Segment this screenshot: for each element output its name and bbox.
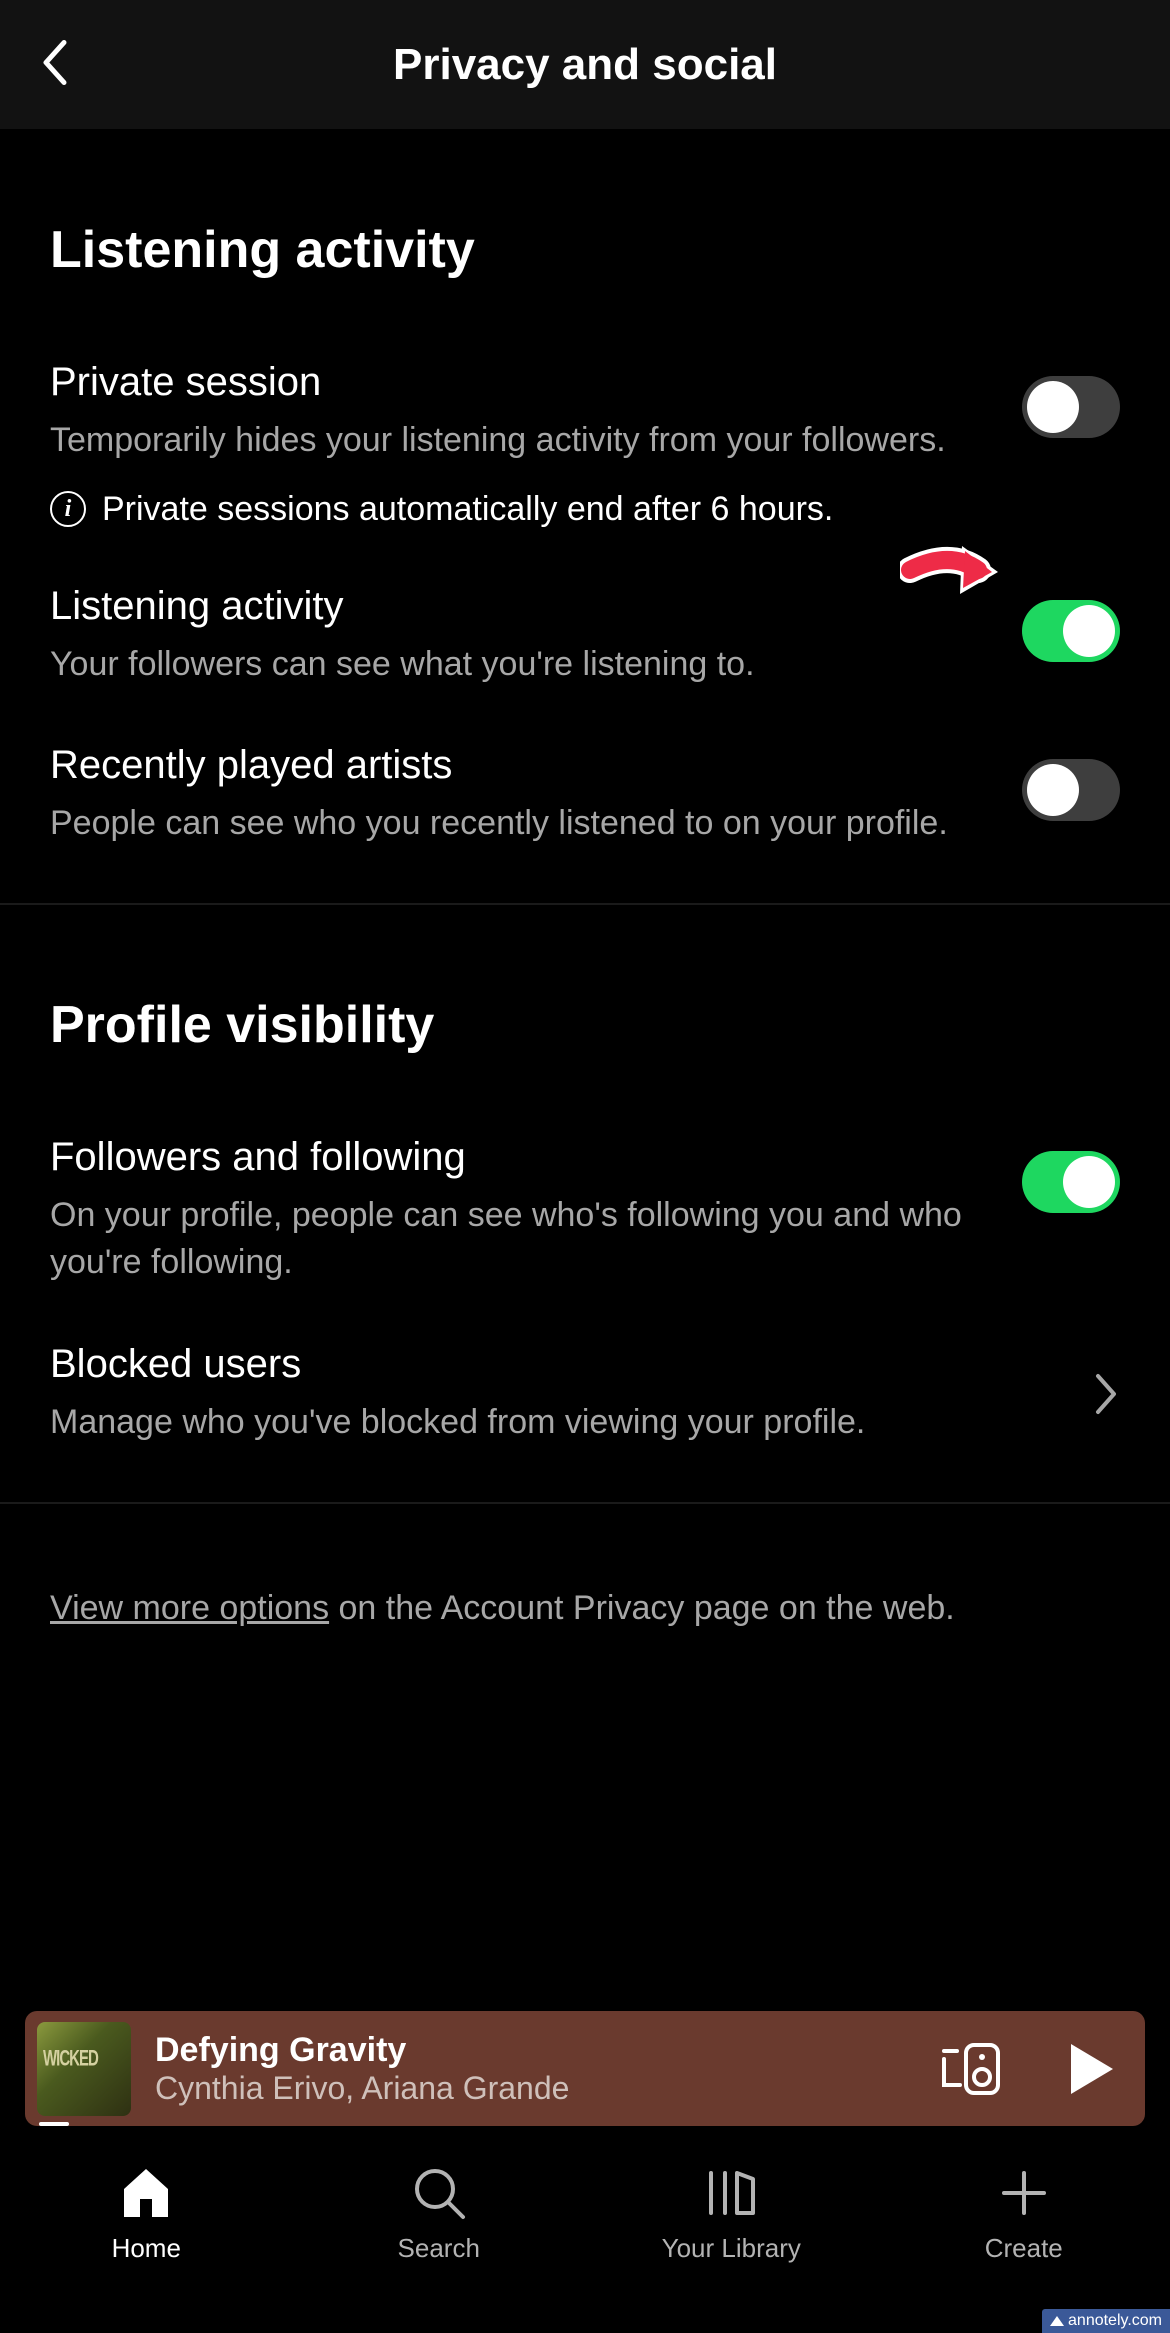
chevron-right-icon	[1094, 1372, 1120, 1416]
page-title: Privacy and social	[393, 40, 777, 90]
tab-search[interactable]: Search	[339, 2165, 539, 2264]
toggle-private-session[interactable]	[1022, 376, 1120, 438]
setting-followers-following: Followers and following On your profile,…	[50, 1135, 1120, 1287]
setting-text: Listening activity Your followers can se…	[50, 584, 992, 689]
plus-icon	[996, 2165, 1052, 2221]
setting-desc: Manage who you've blocked from viewing y…	[50, 1399, 1064, 1447]
home-icon	[118, 2165, 174, 2221]
watermark: annotely.com	[1042, 2309, 1170, 2333]
watermark-icon	[1050, 2316, 1064, 2326]
toggle-recently-played[interactable]	[1022, 759, 1120, 821]
setting-blocked-users[interactable]: Blocked users Manage who you've blocked …	[50, 1342, 1120, 1447]
view-more-options-link[interactable]: View more options	[50, 1589, 329, 1627]
setting-label: Recently played artists	[50, 743, 992, 788]
track-info: Defying Gravity Cynthia Erivo, Ariana Gr…	[155, 2031, 915, 2107]
more-options-rest: on the Account Privacy page on the web.	[329, 1589, 955, 1627]
tab-home[interactable]: Home	[46, 2165, 246, 2264]
track-title: Defying Gravity	[155, 2031, 915, 2070]
watermark-text: annotely.com	[1068, 2312, 1162, 2330]
toggle-listening-activity[interactable]	[1022, 600, 1120, 662]
setting-desc: People can see who you recently listened…	[50, 800, 992, 848]
setting-recently-played: Recently played artists People can see w…	[50, 743, 1120, 848]
toggle-followers-following[interactable]	[1022, 1151, 1120, 1213]
tab-create[interactable]: Create	[924, 2165, 1124, 2264]
setting-label: Blocked users	[50, 1342, 1064, 1387]
album-art	[37, 2022, 131, 2116]
setting-text: Private session Temporarily hides your l…	[50, 360, 992, 465]
library-icon	[703, 2165, 759, 2221]
info-text: Private sessions automatically end after…	[102, 490, 833, 529]
setting-desc: Temporarily hides your listening activit…	[50, 417, 992, 465]
back-button[interactable]	[40, 38, 68, 91]
info-line: i Private sessions automatically end aft…	[50, 490, 1120, 529]
progress-bar[interactable]	[39, 2122, 69, 2126]
header: Privacy and social	[0, 0, 1170, 130]
tab-label: Search	[398, 2233, 480, 2264]
setting-text: Followers and following On your profile,…	[50, 1135, 992, 1287]
content: Listening activity Private session Tempo…	[0, 220, 1170, 1628]
setting-label: Followers and following	[50, 1135, 992, 1180]
toggle-knob	[1063, 605, 1115, 657]
toggle-knob	[1063, 1156, 1115, 1208]
toggle-knob	[1027, 381, 1079, 433]
info-icon: i	[50, 491, 86, 527]
setting-listening-activity: Listening activity Your followers can se…	[50, 584, 1120, 689]
setting-label: Listening activity	[50, 584, 992, 629]
chevron-left-icon	[40, 38, 68, 86]
tab-label: Your Library	[662, 2233, 801, 2264]
setting-desc: Your followers can see what you're liste…	[50, 641, 992, 689]
toggle-knob	[1027, 764, 1079, 816]
section-title-listening: Listening activity	[50, 220, 1120, 280]
annotation-arrow-icon	[900, 532, 1010, 612]
setting-label: Private session	[50, 360, 992, 405]
track-artist: Cynthia Erivo, Ariana Grande	[155, 2070, 915, 2107]
section-title-profile: Profile visibility	[50, 995, 1120, 1055]
connect-device-icon[interactable]	[939, 2041, 1003, 2097]
tab-library[interactable]: Your Library	[631, 2165, 831, 2264]
divider	[0, 903, 1170, 905]
divider	[0, 1502, 1170, 1504]
setting-private-session: Private session Temporarily hides your l…	[50, 360, 1120, 465]
play-icon[interactable]	[1067, 2042, 1115, 2096]
setting-desc: On your profile, people can see who's fo…	[50, 1192, 992, 1287]
tab-label: Home	[112, 2233, 181, 2264]
tab-bar: Home Search Your Library Create	[0, 2133, 1170, 2333]
setting-text: Recently played artists People can see w…	[50, 743, 992, 848]
tab-label: Create	[985, 2233, 1063, 2264]
now-playing-bar[interactable]: Defying Gravity Cynthia Erivo, Ariana Gr…	[25, 2011, 1145, 2126]
more-options-text: View more options on the Account Privacy…	[50, 1589, 1120, 1628]
search-icon	[411, 2165, 467, 2221]
setting-text: Blocked users Manage who you've blocked …	[50, 1342, 1064, 1447]
